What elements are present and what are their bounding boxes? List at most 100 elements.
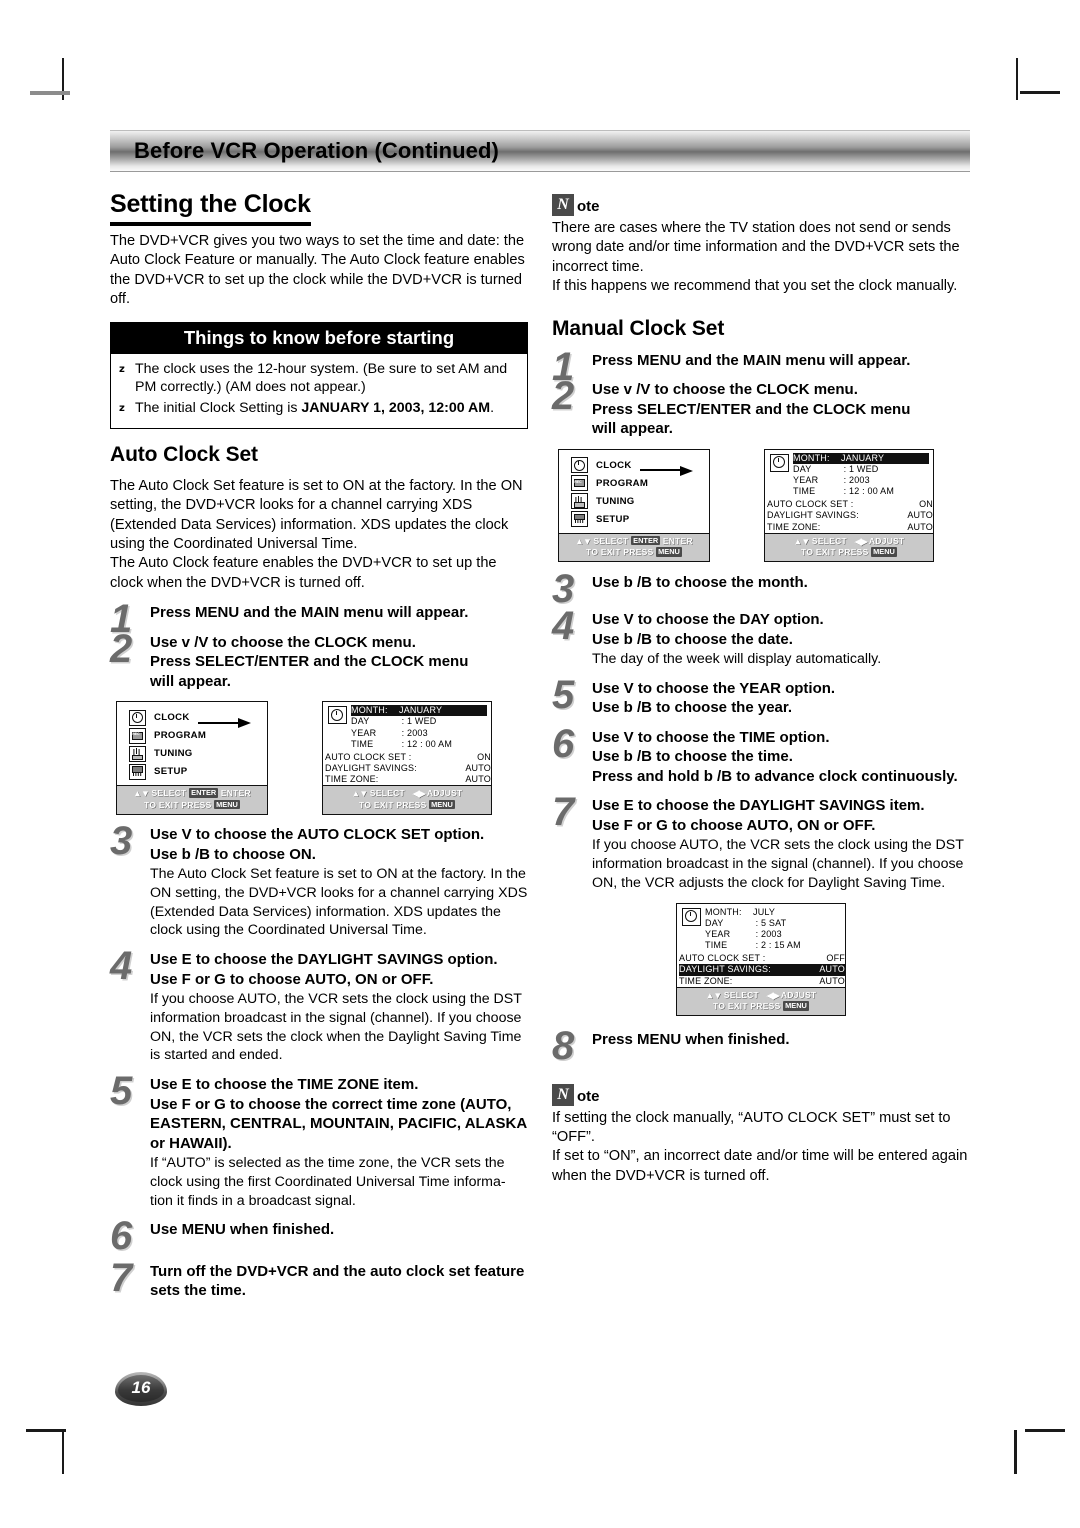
step-number: 5 — [552, 672, 575, 717]
osd-row-auto-clock-set[interactable]: AUTO CLOCK SET : OFF — [679, 953, 845, 964]
manual-step-8: 8 Press MENU when finished. — [552, 1026, 970, 1066]
manual-step-1: 1 Press MENU and the MAIN menu will appe… — [552, 347, 970, 387]
osd-row-auto-clock-set[interactable]: AUTO CLOCK SET : ON — [325, 752, 491, 763]
osd-footer-adjust: ADJUST — [426, 788, 463, 799]
osd-row-daylight-savings[interactable]: DAYLIGHT SAVINGS: AUTO — [325, 763, 491, 774]
banner-title: Before VCR Operation (Continued) — [134, 138, 499, 163]
osd-diagram-main-to-clock-manual: CLOCK PROGRAM TUNING — [552, 448, 970, 563]
step-1: 1 Press MENU and the MAIN menu will appe… — [110, 599, 528, 639]
osd-row-time-zone[interactable]: TIME ZONE: AUTO — [767, 522, 933, 533]
step-5: 5 Use E to choose the TIME ZONE item. Us… — [110, 1071, 528, 1210]
things-to-know-list: z The clock uses the 12-hour system. (Be… — [111, 354, 527, 428]
osd-clock-extra-rows: AUTO CLOCK SET : ON DAYLIGHT SAVINGS: AU… — [765, 499, 933, 532]
osd-row-value: AUTO — [819, 964, 845, 975]
osd-menu-item-program[interactable]: PROGRAM — [571, 475, 703, 492]
step-note: If you choose AUTO, the VCR sets the clo… — [150, 991, 522, 1064]
step-number: 3 — [552, 566, 575, 611]
osd-menu-item-tuning[interactable]: TUNING — [129, 745, 261, 762]
osd-row-colon: : — [401, 716, 405, 727]
step-number: 6 — [110, 1214, 133, 1259]
osd-footer: ▲▼ SELECT ENTER ENTER TO EXIT PRESS MENU — [117, 785, 267, 814]
osd-menu-item-tuning[interactable]: TUNING — [571, 493, 703, 510]
step-text-line2: Use b /B to choose the year. — [592, 699, 793, 717]
manual-page: Before VCR Operation (Continued) Setting… — [110, 130, 970, 1299]
osd-row-day[interactable]: DAY : 5 SAT — [705, 918, 841, 929]
osd-row-key: TIME ZONE: — [325, 774, 379, 785]
osd-row-value: 1 WED — [407, 716, 437, 727]
updown-arrow-icon: ▲▼ — [575, 536, 592, 547]
crop-mark-bottom-right-horizontal — [1025, 1429, 1065, 1432]
osd-footer-select: SELECT — [811, 535, 848, 546]
osd-menu-item-label: CLOCK — [596, 459, 632, 471]
step-text-line2: Press SELECT/ENTER and the CLOCK menu — [150, 653, 469, 671]
osd-row-value: AUTO — [819, 975, 845, 986]
osd-row-year[interactable]: YEAR : 2003 — [793, 475, 929, 486]
bullet-icon: z — [119, 403, 125, 415]
step-number: 4 — [552, 604, 575, 649]
osd-row-daylight-savings[interactable]: DAYLIGHT SAVINGS: AUTO — [679, 964, 845, 976]
osd-row-month[interactable]: MONTH: JANUARY — [351, 705, 487, 717]
osd-row-key: MONTH: — [793, 452, 830, 463]
step-number: 8 — [552, 1024, 575, 1069]
osd-row-daylight-savings[interactable]: DAYLIGHT SAVINGS: AUTO — [767, 510, 933, 521]
step-text-line3: will appear. — [150, 672, 231, 690]
clock-icon — [770, 453, 789, 472]
osd-row-month[interactable]: MONTH: JULY — [705, 907, 841, 918]
osd-row-key: TIME ZONE: — [767, 521, 821, 532]
osd-row-time[interactable]: TIME : 12 : 00 AM — [351, 739, 487, 750]
osd-row-value: AUTO — [465, 774, 491, 785]
step-text-line3: will appear. — [592, 420, 673, 438]
left-column: Setting the Clock The DVD+VCR gives you … — [110, 190, 528, 1311]
osd-row-time-zone[interactable]: TIME ZONE: AUTO — [679, 976, 845, 987]
leftright-arrow-icon: ◀▶ — [412, 788, 426, 799]
osd-row-value: AUTO — [907, 510, 933, 521]
step-text: Use E to choose the DAYLIGHT SAVINGS ite… — [592, 797, 925, 815]
flow-arrow-icon — [640, 465, 710, 476]
osd-clock-january: MONTH: JANUARY DAY : 1 WED YEAR : 2003 T… — [322, 701, 492, 815]
osd-menu-item-setup[interactable]: SETUP — [571, 511, 703, 528]
osd-row-colon: : — [755, 928, 759, 939]
osd-row-value: ON — [919, 499, 933, 510]
note-paragraph-2: If this happens we recommend that you se… — [552, 278, 958, 295]
osd-row-day[interactable]: DAY : 1 WED — [351, 716, 487, 727]
osd-row-colon: : — [843, 463, 847, 474]
step-text: Turn off the DVD+VCR and the auto clock … — [150, 1262, 525, 1300]
osd-row-key: DAYLIGHT SAVINGS: — [679, 964, 771, 975]
osd-row-year[interactable]: YEAR : 2003 — [705, 929, 841, 940]
menu-key-icon: MENU — [783, 1001, 809, 1011]
osd-menu-item-label: TUNING — [154, 748, 193, 760]
manual-step-2: 2 Use v /V to choose the CLOCK menu. Pre… — [552, 376, 970, 439]
osd-row-time[interactable]: TIME : 12 : 00 AM — [793, 486, 929, 497]
step-text-line2: Use b /B to choose the date. — [592, 630, 793, 648]
osd-row-day[interactable]: DAY : 1 WED — [793, 464, 929, 475]
osd-row-key: YEAR — [705, 928, 731, 939]
osd-clock-january: MONTH: JANUARY DAY : 1 WED YEAR : 2003 T… — [764, 448, 934, 563]
crop-mark-bottom-left-horizontal — [26, 1429, 66, 1432]
osd-footer-select: SELECT — [369, 788, 406, 799]
clock-icon — [682, 907, 701, 926]
osd-menu-item-setup[interactable]: SETUP — [129, 763, 261, 780]
step-text-line2: Press SELECT/ENTER and the CLOCK menu — [592, 400, 911, 418]
osd-row-colon: : — [755, 917, 759, 928]
osd-row-value: ON — [477, 751, 491, 762]
osd-footer-exit: TO EXIT PRESS — [144, 800, 212, 811]
setting-the-clock-intro: The DVD+VCR gives you two ways to set th… — [110, 233, 525, 308]
things-to-know-title: Things to know before starting — [111, 322, 527, 354]
osd-row-key: TIME — [705, 940, 728, 951]
updown-arrow-icon: ▲▼ — [351, 788, 368, 799]
note-paragraph-1: If setting the clock manually, “AUTO CLO… — [552, 1109, 951, 1146]
osd-row-auto-clock-set[interactable]: AUTO CLOCK SET : ON — [767, 499, 933, 510]
step-text: Use V to choose the AUTO CLOCK SET optio… — [150, 826, 485, 844]
step-text: Press MENU and the MAIN menu will appear… — [150, 604, 469, 622]
osd-menu-item-program[interactable]: PROGRAM — [129, 727, 261, 744]
osd-row-time-zone[interactable]: TIME ZONE: AUTO — [325, 774, 491, 785]
step-7: 7 Turn off the DVD+VCR and the auto cloc… — [110, 1258, 528, 1301]
osd-row-time[interactable]: TIME : 2 : 15 AM — [705, 940, 841, 951]
osd-row-year[interactable]: YEAR : 2003 — [351, 728, 487, 739]
updown-arrow-icon: ▲▼ — [793, 536, 810, 547]
osd-row-month[interactable]: MONTH: JANUARY — [793, 452, 929, 464]
auto-clock-set-paragraph-1: The Auto Clock Set feature is set to ON … — [110, 477, 523, 553]
note-label: ote — [577, 198, 600, 215]
osd-row-key: TIME ZONE: — [679, 975, 733, 986]
osd-main-menu-screen: CLOCK PROGRAM TUNING — [559, 450, 709, 533]
